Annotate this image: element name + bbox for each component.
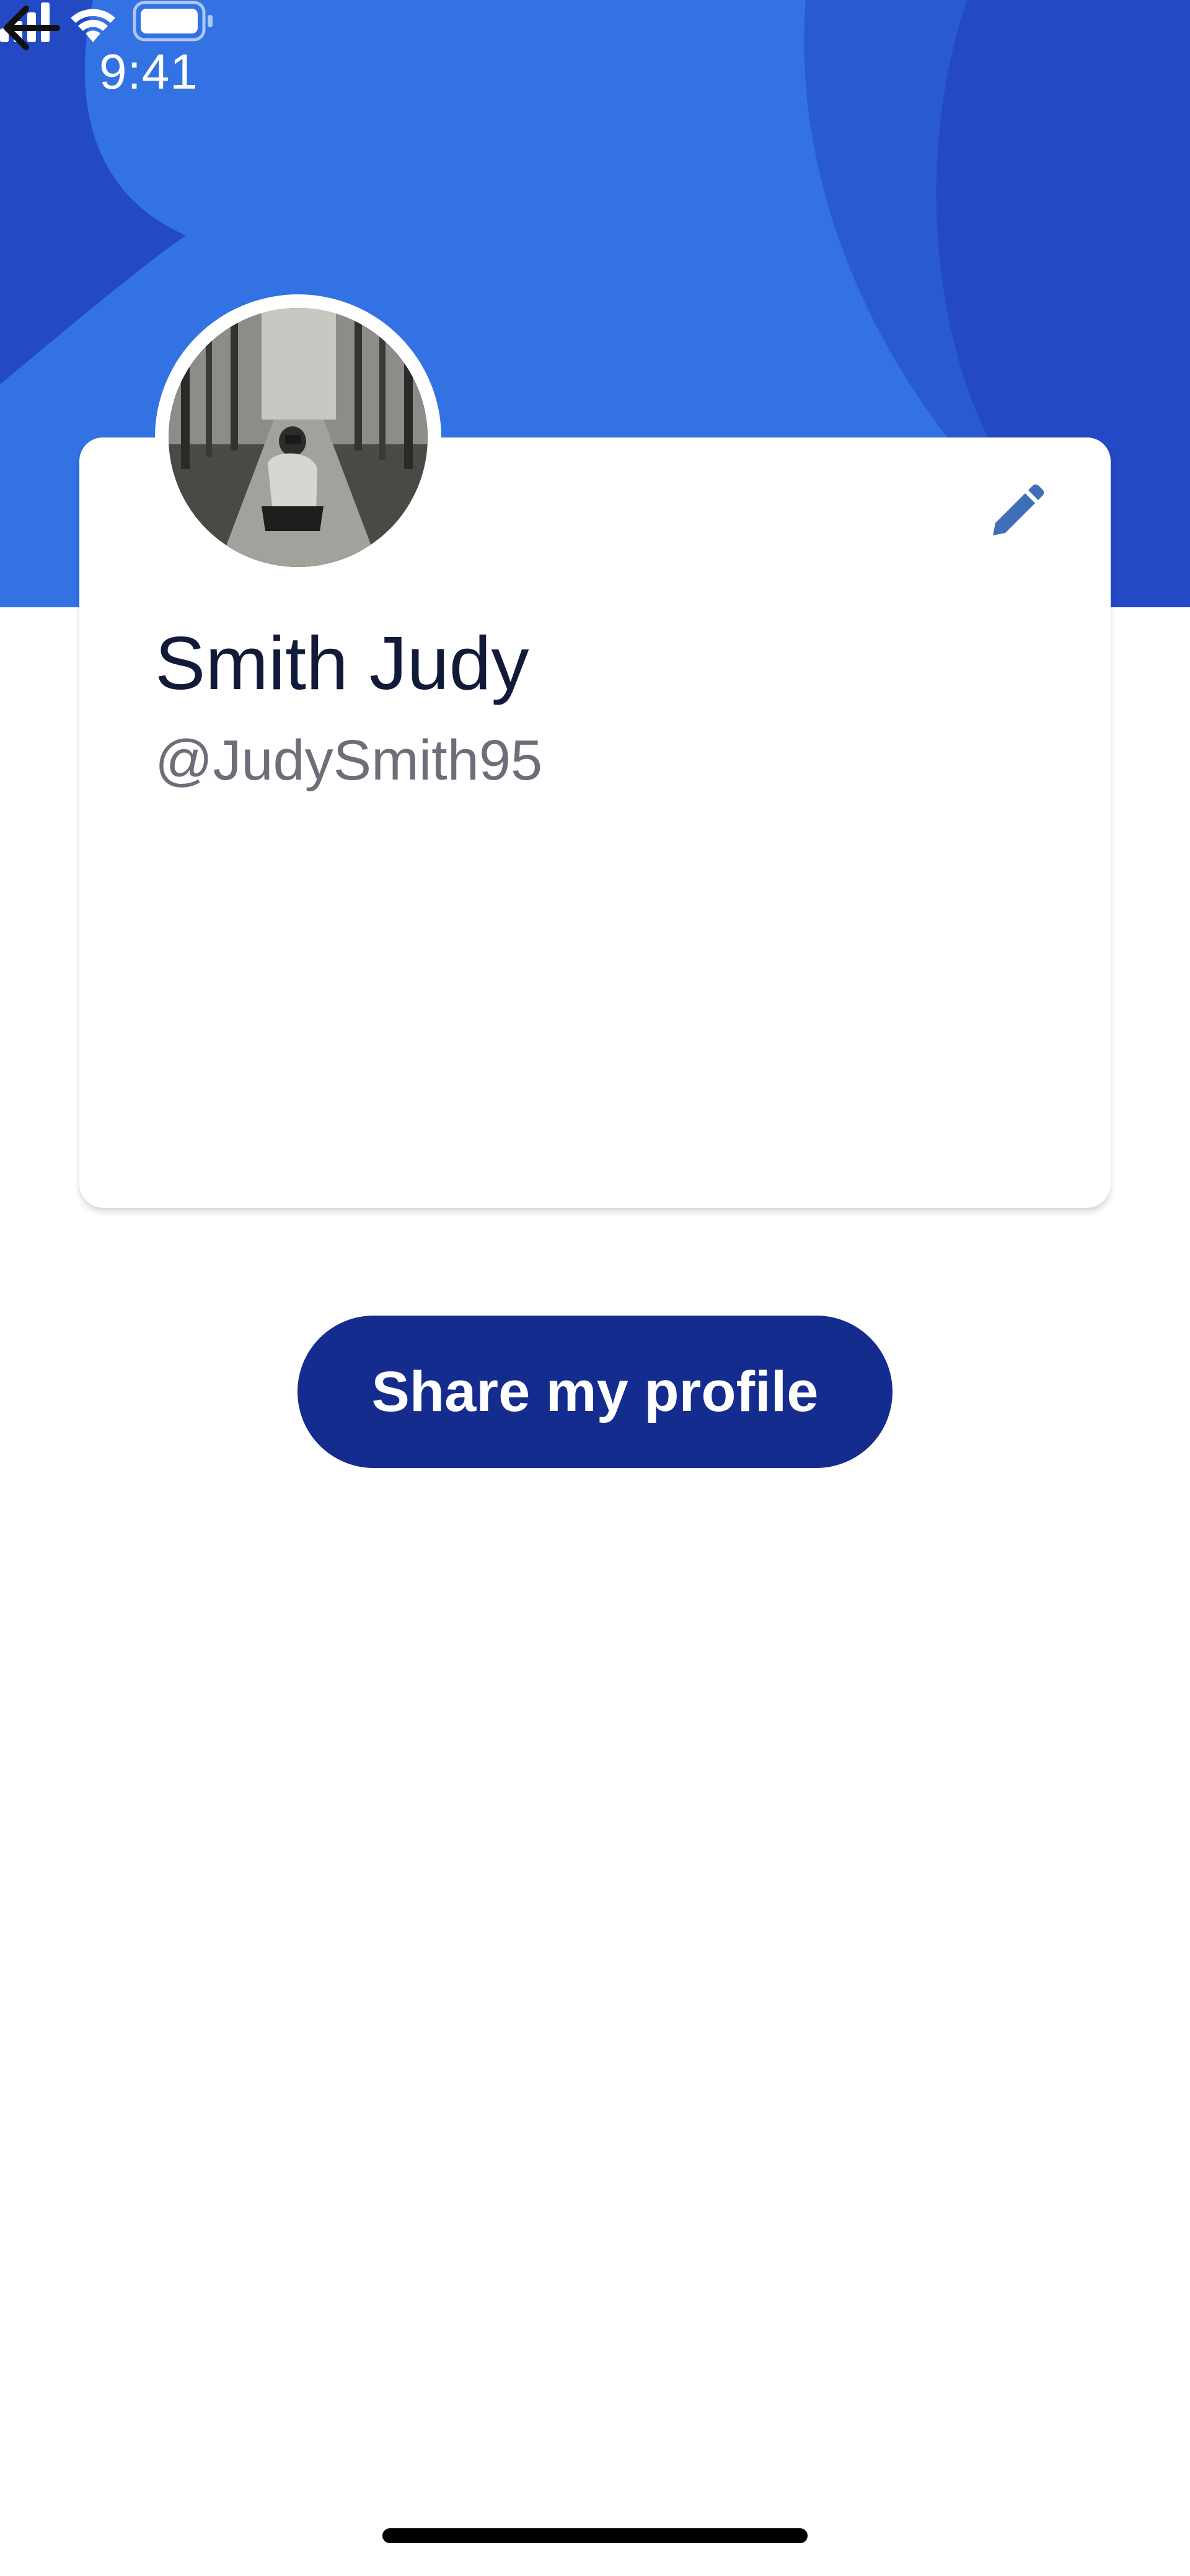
profile-screen: 9:41 Smith Judy @JudySmith95 Share my pr… (0, 0, 1190, 2576)
avatar[interactable] (169, 308, 428, 567)
arrow-left-icon[interactable] (0, 0, 68, 56)
pencil-icon[interactable] (984, 482, 1046, 544)
battery-icon (133, 1, 213, 42)
home-indicator (382, 2528, 808, 2543)
wifi-icon (71, 9, 115, 42)
share-profile-button[interactable]: Share my profile (298, 1316, 892, 1468)
profile-handle: @JudySmith95 (155, 729, 543, 792)
avatar-photo (169, 308, 428, 567)
profile-name: Smith Judy (155, 621, 529, 705)
status-time: 9:41 (99, 44, 198, 99)
